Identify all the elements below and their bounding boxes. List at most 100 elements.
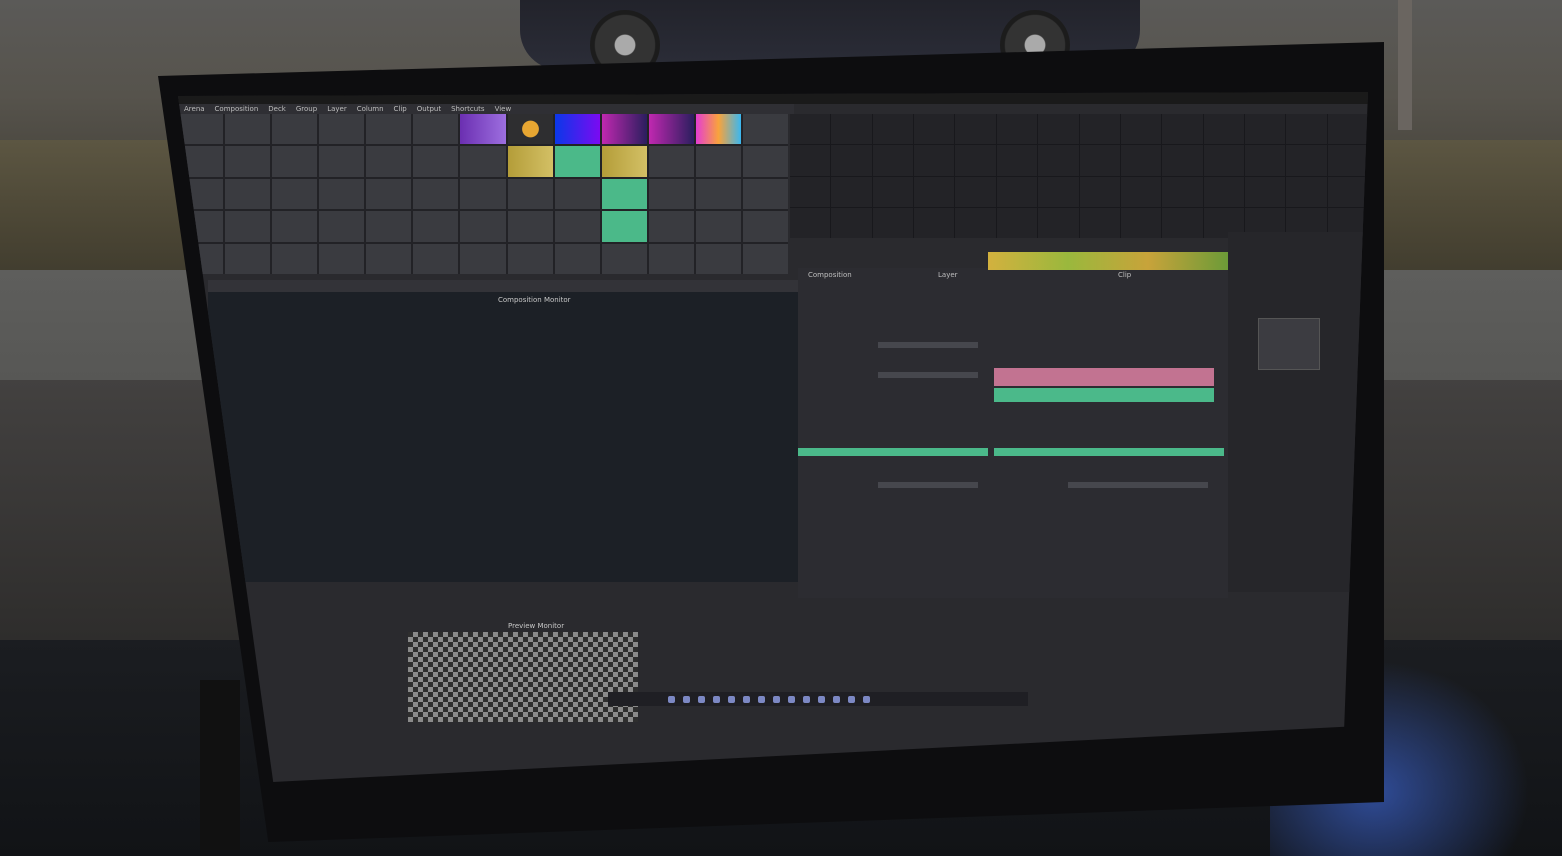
clip-cell[interactable] <box>742 146 788 177</box>
clip-cell[interactable] <box>178 114 224 145</box>
position-slider[interactable] <box>1068 482 1208 488</box>
clip-cell[interactable] <box>554 243 600 274</box>
clip-cell[interactable] <box>695 114 741 145</box>
clip-cell[interactable] <box>366 243 412 274</box>
speed-slider[interactable] <box>878 342 978 348</box>
effect-bar[interactable] <box>994 388 1214 402</box>
transform-bar[interactable] <box>994 448 1224 456</box>
menu-item[interactable]: Output <box>417 104 441 114</box>
clip-cell[interactable] <box>695 178 741 210</box>
clip-cell[interactable] <box>554 211 600 242</box>
clip-cell[interactable] <box>460 114 506 145</box>
clip-cell[interactable] <box>272 114 318 145</box>
clip-cell[interactable] <box>648 211 694 242</box>
clip-cell[interactable] <box>554 178 600 210</box>
clip-cell[interactable] <box>319 178 365 210</box>
clip-cell[interactable] <box>413 211 459 242</box>
clip-cell[interactable] <box>272 178 318 210</box>
clip-cell[interactable] <box>742 243 788 274</box>
clip-cell[interactable] <box>319 243 365 274</box>
effect-bar[interactable] <box>994 368 1214 386</box>
menu-item[interactable]: View <box>495 104 512 114</box>
taskbar-app-icon[interactable] <box>728 695 735 703</box>
popup-menu[interactable] <box>1258 318 1320 370</box>
clip-cell[interactable] <box>319 114 365 145</box>
clip-cell[interactable] <box>742 178 788 210</box>
clip-cell[interactable] <box>648 243 694 274</box>
clip-cell[interactable] <box>225 178 271 210</box>
taskbar-app-icon[interactable] <box>818 695 825 703</box>
tab-clip[interactable]: Clip <box>1118 270 1131 280</box>
clip-cell[interactable] <box>460 178 506 210</box>
clip-cell[interactable] <box>413 243 459 274</box>
clip-cell[interactable] <box>413 178 459 210</box>
clip-cell[interactable] <box>742 114 788 145</box>
clip-cell[interactable] <box>507 146 553 177</box>
clip-cell[interactable] <box>742 211 788 242</box>
clip-cell[interactable] <box>648 178 694 210</box>
menu-item[interactable]: Column <box>357 104 384 114</box>
clip-cell[interactable] <box>601 114 647 145</box>
menu-item[interactable]: Composition <box>215 104 259 114</box>
menu-item[interactable]: Group <box>296 104 317 114</box>
transform-bar[interactable] <box>798 448 988 456</box>
taskbar-app-icon[interactable] <box>668 695 675 703</box>
clip-cell[interactable] <box>507 243 553 274</box>
clip-cell[interactable] <box>225 243 271 274</box>
clip-cell[interactable] <box>695 211 741 242</box>
taskbar-app-icon[interactable] <box>773 695 780 703</box>
taskbar-app-icon[interactable] <box>683 695 690 703</box>
clip-cell[interactable] <box>695 243 741 274</box>
taskbar-app-icon[interactable] <box>713 695 720 703</box>
clip-cell[interactable] <box>366 146 412 177</box>
clip-cell[interactable] <box>225 114 271 145</box>
clip-cell[interactable] <box>507 178 553 210</box>
clip-cell[interactable] <box>272 243 318 274</box>
menu-item[interactable]: Layer <box>327 104 347 114</box>
clip-cell[interactable] <box>460 146 506 177</box>
clip-cell[interactable] <box>601 211 647 242</box>
clip-cell[interactable] <box>554 146 600 177</box>
clip-cell[interactable] <box>272 146 318 177</box>
menu-item[interactable]: Arena <box>184 104 205 114</box>
clip-cell[interactable] <box>366 114 412 145</box>
empty-cell <box>914 207 955 238</box>
clip-cell[interactable] <box>648 114 694 145</box>
clip-cell[interactable] <box>319 146 365 177</box>
clip-cell[interactable] <box>225 146 271 177</box>
empty-cell <box>872 145 914 176</box>
menu-item[interactable]: Clip <box>394 104 407 114</box>
clip-cell[interactable] <box>601 178 647 210</box>
clip-cell[interactable] <box>507 211 553 242</box>
clip-cell[interactable] <box>601 243 647 274</box>
taskbar-app-icon[interactable] <box>698 695 705 703</box>
clip-cell[interactable] <box>225 211 271 242</box>
clip-cell[interactable] <box>272 211 318 242</box>
taskbar-app-icon[interactable] <box>863 695 870 703</box>
volume-slider[interactable] <box>878 372 978 378</box>
taskbar-app-icon[interactable] <box>743 695 750 703</box>
clip-cell[interactable] <box>460 211 506 242</box>
clip-cell[interactable] <box>460 243 506 274</box>
position-slider[interactable] <box>878 482 978 488</box>
clip-cell[interactable] <box>413 146 459 177</box>
clip-cell[interactable] <box>507 114 553 145</box>
taskbar-app-icon[interactable] <box>848 695 855 703</box>
clip-cell[interactable] <box>413 114 459 145</box>
clip-cell[interactable] <box>695 146 741 177</box>
menu-item[interactable]: Shortcuts <box>451 104 484 114</box>
clip-cell[interactable] <box>366 178 412 210</box>
clip-cell[interactable] <box>648 146 694 177</box>
tab-composition[interactable]: Composition <box>808 270 852 280</box>
clip-cell[interactable] <box>554 114 600 145</box>
clip-cell[interactable] <box>319 211 365 242</box>
menu-item[interactable]: Deck <box>268 104 286 114</box>
tab-layer[interactable]: Layer <box>938 270 958 280</box>
taskbar-app-icon[interactable] <box>788 695 795 703</box>
taskbar-app-icon[interactable] <box>758 695 765 703</box>
taskbar-app-icon[interactable] <box>803 695 810 703</box>
taskbar-app-icon[interactable] <box>833 695 840 703</box>
clip-cell[interactable] <box>601 146 647 177</box>
empty-cell <box>1038 176 1079 207</box>
clip-cell[interactable] <box>366 211 412 242</box>
